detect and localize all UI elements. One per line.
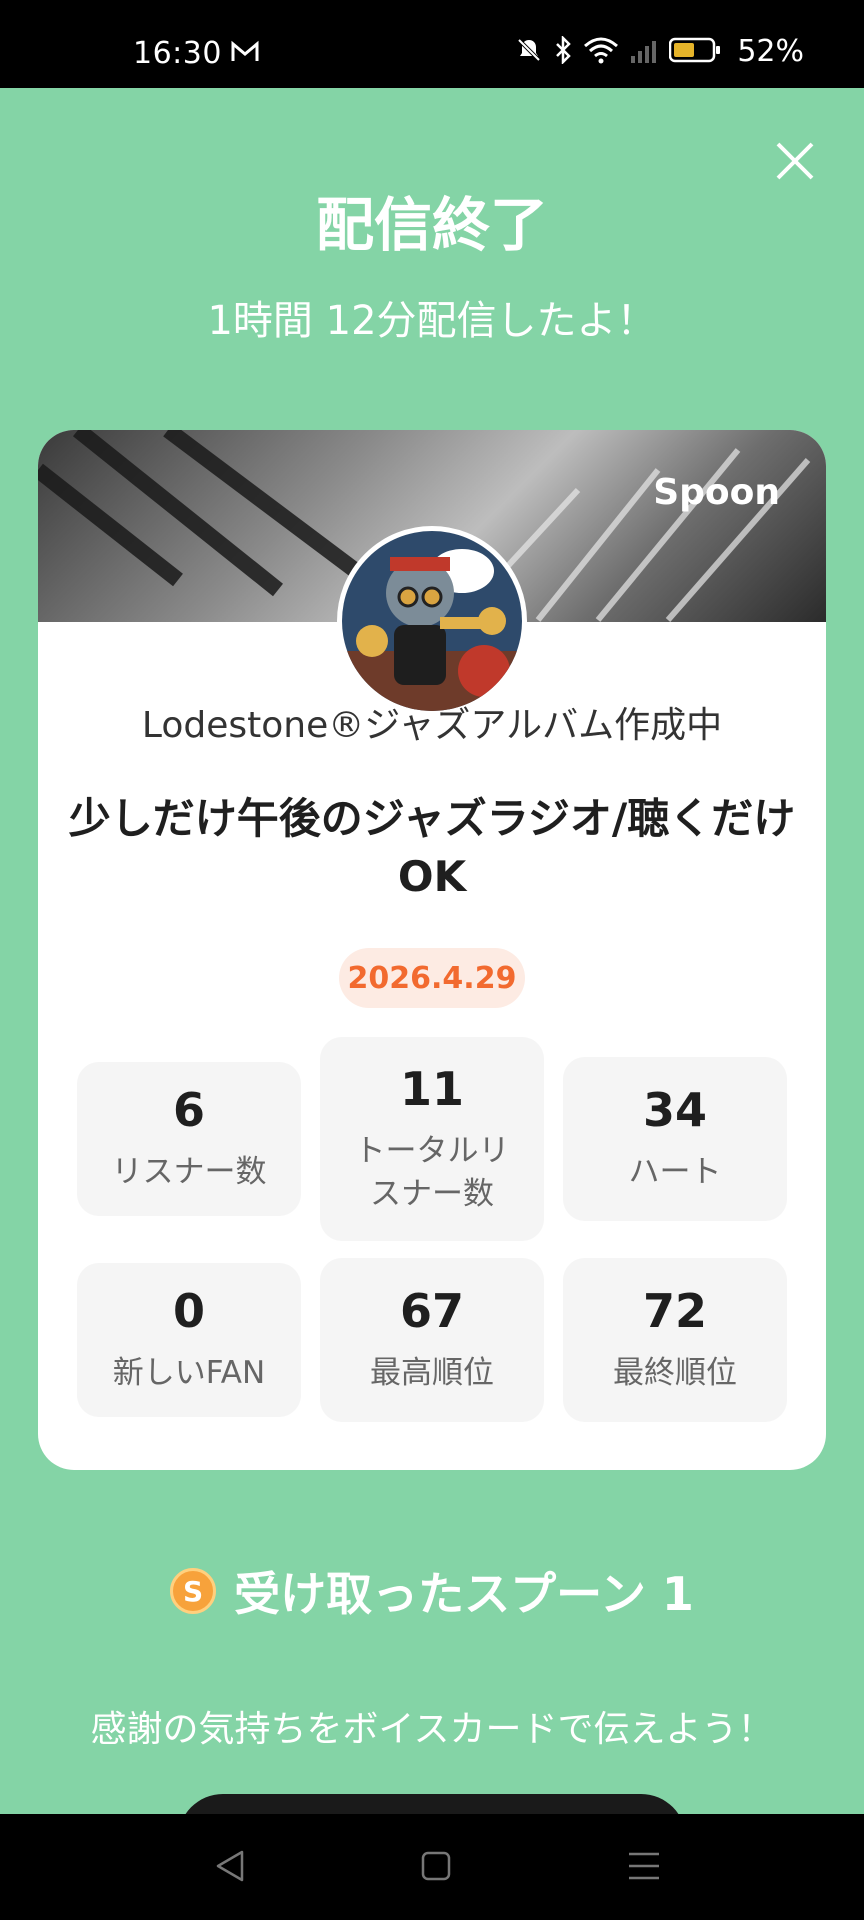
signal-icon	[629, 36, 659, 68]
recents-icon[interactable]	[627, 1848, 661, 1888]
stat-label: トータルリスナー数	[354, 1132, 510, 1212]
spoon-logo: Spoon	[653, 472, 780, 513]
stat-value: 11	[399, 1061, 464, 1116]
avatar	[337, 526, 527, 716]
duration-text: 1時間 12分配信したよ！	[207, 298, 657, 344]
back-icon[interactable]	[214, 1848, 246, 1888]
stat-value: 67	[399, 1284, 464, 1339]
navigation-bar	[0, 1814, 864, 1920]
host-name: Lodestone®ジャズアルバム作成中	[141, 705, 723, 746]
home-icon[interactable]	[420, 1848, 452, 1888]
status-icons: 52%	[515, 34, 804, 69]
stat-value: 0	[172, 1284, 205, 1339]
battery-percent: 52%	[737, 34, 804, 69]
stat-label: 最高順位	[370, 1355, 494, 1392]
bluetooth-icon	[553, 34, 573, 68]
stat-label: リスナー数	[111, 1154, 267, 1191]
stat-value: 34	[642, 1083, 707, 1138]
stat-listeners: 6 リスナー数	[77, 1062, 301, 1216]
live-ended-screen: 配信終了 1時間 12分配信したよ！ Spoon Lodestone®ジャズアル…	[0, 88, 864, 1814]
battery-icon	[669, 37, 721, 67]
stat-new-fans: 0 新しいFAN	[77, 1263, 301, 1417]
summary-card: Spoon Lodestone®ジャズアルバム作成中 少しだけ午後のジャズラジオ…	[38, 430, 826, 1470]
mute-icon	[515, 36, 543, 68]
status-time: 16:30	[133, 36, 222, 71]
stat-total-listeners: 11 トータルリスナー数	[320, 1037, 544, 1241]
stat-label: ハート	[628, 1154, 722, 1191]
spoon-coin-icon: S	[170, 1568, 217, 1614]
page-title: 配信終了	[315, 191, 548, 259]
received-spoons: S 受け取ったスプーン 1	[0, 1558, 864, 1624]
wifi-icon	[583, 36, 619, 68]
date-badge: 2026.4.29	[339, 948, 525, 1008]
stat-final-rank: 72 最終順位	[563, 1258, 787, 1422]
voice-card-prompt: 感謝の気持ちをボイスカードで伝えよう！	[90, 1709, 774, 1750]
received-spoons-label: 受け取ったスプーン 1	[234, 1567, 694, 1621]
stat-best-rank: 67 最高順位	[320, 1258, 544, 1422]
stat-value: 72	[642, 1284, 707, 1339]
live-title: 少しだけ午後のジャズラジオ/聴くだけOK	[68, 794, 796, 901]
stat-label: 最終順位	[613, 1355, 737, 1392]
stat-label: 新しいFAN	[112, 1355, 266, 1392]
mail-icon	[230, 40, 260, 68]
stat-hearts: 34 ハート	[563, 1057, 787, 1221]
voice-card-button[interactable]	[178, 1794, 686, 1814]
stat-value: 6	[172, 1083, 205, 1138]
status-bar: 16:30 52%	[0, 0, 864, 88]
